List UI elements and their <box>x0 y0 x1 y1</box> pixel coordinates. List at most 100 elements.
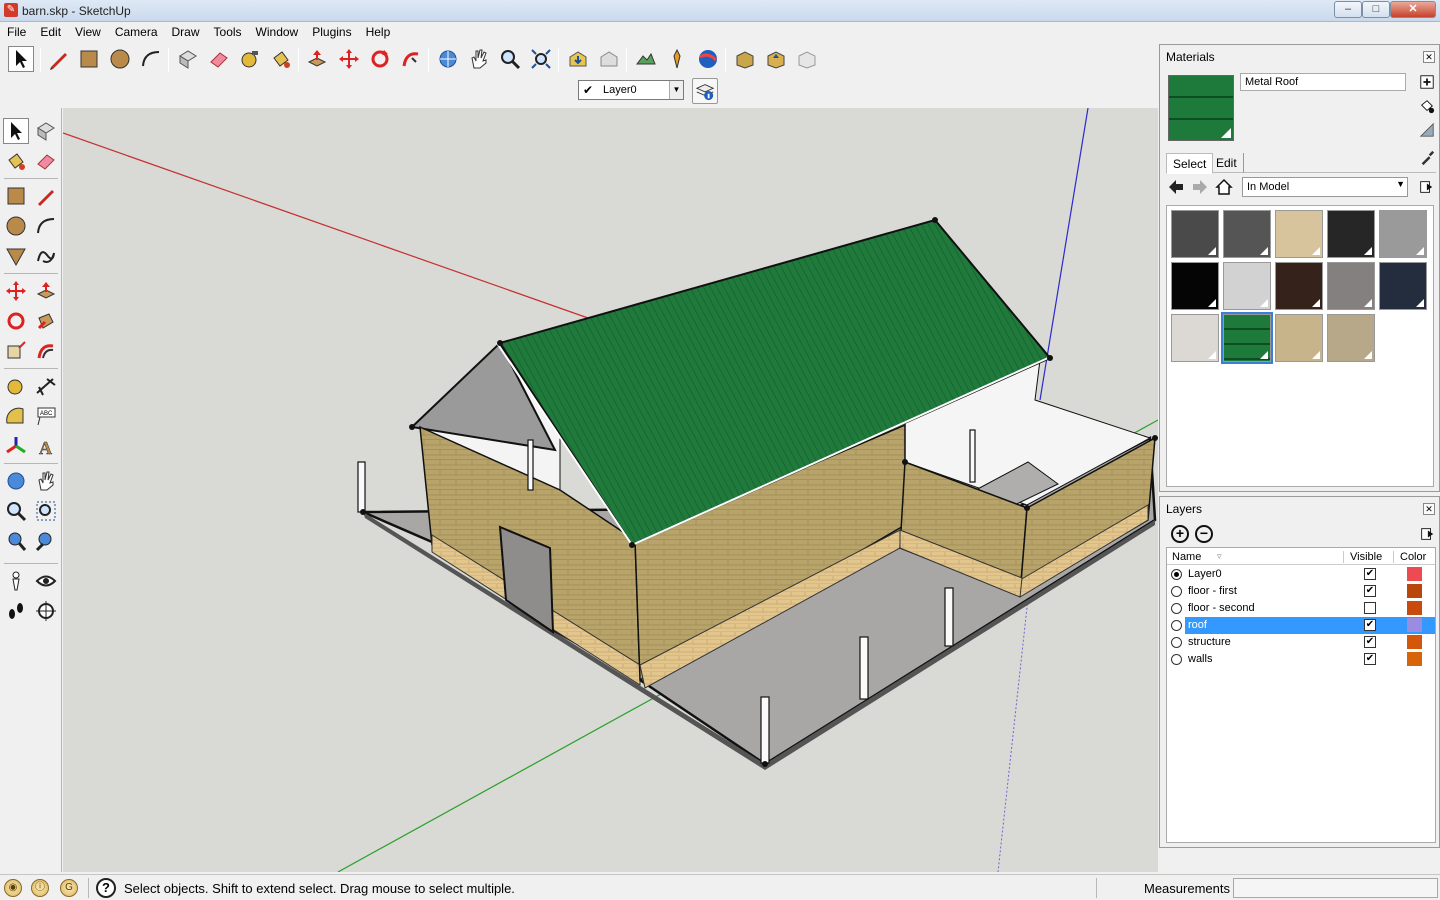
eraser-tool[interactable] <box>33 148 59 174</box>
rotate-tool[interactable] <box>3 308 29 334</box>
freehand-tool[interactable] <box>33 243 59 269</box>
material-swatch[interactable] <box>1223 262 1271 310</box>
layer-row[interactable]: Layer0 ✔ <box>1167 566 1435 583</box>
dimension-tool[interactable] <box>33 373 59 399</box>
material-swatch[interactable] <box>1327 314 1375 362</box>
circle-tool[interactable] <box>3 213 29 239</box>
look-around-tool[interactable] <box>33 568 59 594</box>
tape-measure-button[interactable] <box>237 46 263 72</box>
orbit-tool[interactable] <box>3 468 29 494</box>
current-layer-radio[interactable] <box>1171 637 1182 648</box>
menu-draw[interactable]: Draw <box>165 22 207 41</box>
protractor-tool[interactable] <box>3 403 29 429</box>
material-swatch[interactable] <box>1171 210 1219 258</box>
layer-visible-checkbox[interactable]: ✔ <box>1364 568 1376 580</box>
line-tool-button[interactable] <box>46 46 72 72</box>
arc-tool[interactable] <box>33 213 59 239</box>
minimize-button[interactable]: ‒ <box>1334 1 1362 18</box>
make-component-tool[interactable] <box>33 118 59 144</box>
make-component-button[interactable] <box>175 46 201 72</box>
move-tool[interactable] <box>3 278 29 304</box>
layer-row[interactable]: floor - first ✔ <box>1167 583 1435 600</box>
sign-in-icon[interactable]: G <box>60 879 78 897</box>
section-plane-tool[interactable] <box>33 598 59 624</box>
share-model-button[interactable] <box>596 46 622 72</box>
column-visible[interactable]: Visible <box>1343 551 1382 563</box>
layer-name[interactable]: structure <box>1186 636 1233 648</box>
layer-visible-checkbox[interactable]: ✔ <box>1364 585 1376 597</box>
3d-text-tool[interactable]: A <box>33 433 59 459</box>
material-swatch[interactable] <box>1379 262 1427 310</box>
google-earth-button[interactable] <box>695 46 721 72</box>
material-name-field[interactable]: Metal Roof <box>1240 73 1406 91</box>
tab-edit[interactable]: Edit <box>1210 153 1244 173</box>
move-tool-button[interactable] <box>336 46 362 72</box>
eraser-tool-button[interactable] <box>206 46 232 72</box>
add-layer-button[interactable]: + <box>1171 525 1189 543</box>
zoom-button[interactable] <box>497 46 523 72</box>
layer-row[interactable]: roof ✔ <box>1167 617 1435 634</box>
default-material-button[interactable] <box>1418 97 1436 115</box>
material-preview-swatch[interactable] <box>1168 75 1234 141</box>
layer-name[interactable]: roof <box>1186 619 1209 631</box>
material-swatch[interactable] <box>1275 210 1323 258</box>
modeling-viewport[interactable] <box>63 108 1158 872</box>
material-swatch[interactable] <box>1171 314 1219 362</box>
menu-edit[interactable]: Edit <box>33 22 68 41</box>
layer-name[interactable]: walls <box>1186 653 1214 665</box>
select-tool[interactable] <box>3 118 29 144</box>
forward-button[interactable] <box>1190 177 1210 197</box>
details-button[interactable] <box>1416 177 1436 197</box>
circle-tool-button[interactable] <box>107 46 133 72</box>
orbit-button[interactable] <box>435 46 461 72</box>
current-layer-dropdown[interactable]: ✔ Layer0 ▼ <box>578 80 684 100</box>
rectangle-tool-button[interactable] <box>76 46 102 72</box>
component-attributes-button[interactable] <box>794 46 820 72</box>
current-layer-radio[interactable] <box>1171 586 1182 597</box>
google-earth-snapshot-button[interactable] <box>633 46 659 72</box>
menu-camera[interactable]: Camera <box>108 22 165 41</box>
current-layer-radio[interactable] <box>1171 603 1182 614</box>
get-models-button[interactable] <box>565 46 591 72</box>
credits-icon[interactable]: ⓘ <box>31 879 49 897</box>
component-options-button[interactable] <box>763 46 789 72</box>
previous-view-tool[interactable] <box>3 528 29 554</box>
maximize-button[interactable]: □ <box>1362 1 1390 18</box>
layer-color-swatch[interactable] <box>1407 584 1422 598</box>
follow-me-tool[interactable] <box>33 308 59 334</box>
current-layer-radio[interactable] <box>1171 654 1182 665</box>
offset-tool[interactable] <box>33 338 59 364</box>
layer-row[interactable]: structure ✔ <box>1167 634 1435 651</box>
close-window-button[interactable]: ✕ <box>1390 1 1436 18</box>
walk-tool[interactable] <box>3 598 29 624</box>
menu-view[interactable]: View <box>68 22 108 41</box>
layer-color-swatch[interactable] <box>1407 635 1422 649</box>
line-tool[interactable] <box>33 183 59 209</box>
layer-manager-button[interactable] <box>692 78 718 104</box>
material-swatch[interactable] <box>1379 210 1427 258</box>
layer-color-swatch[interactable] <box>1407 652 1422 666</box>
geo-location-icon[interactable]: ◉ <box>4 879 22 897</box>
menu-tools[interactable]: Tools <box>207 22 249 41</box>
layer-color-swatch[interactable] <box>1407 567 1422 581</box>
layer-details-button[interactable] <box>1418 525 1436 543</box>
current-layer-radio[interactable] <box>1171 620 1182 631</box>
home-button[interactable] <box>1214 177 1234 197</box>
close-icon[interactable]: ✕ <box>1423 51 1435 63</box>
layer-color-swatch[interactable] <box>1407 618 1422 632</box>
pan-button[interactable] <box>466 46 492 72</box>
paint-bucket-button[interactable] <box>268 46 294 72</box>
zoom-window-tool[interactable] <box>33 498 59 524</box>
sample-paint-button[interactable] <box>1418 121 1436 139</box>
material-swatch[interactable] <box>1275 314 1323 362</box>
layer-visible-checkbox[interactable] <box>1364 602 1376 614</box>
current-layer-radio[interactable] <box>1171 569 1182 580</box>
push-pull-button[interactable] <box>304 46 330 72</box>
layer-row[interactable]: walls ✔ <box>1167 651 1435 668</box>
material-swatch[interactable] <box>1221 312 1273 364</box>
layer-name[interactable]: Layer0 <box>1186 568 1224 580</box>
polygon-tool[interactable] <box>3 243 29 269</box>
tape-measure-tool[interactable] <box>3 373 29 399</box>
zoom-extents-button[interactable] <box>528 46 554 72</box>
column-color[interactable]: Color <box>1393 551 1426 563</box>
